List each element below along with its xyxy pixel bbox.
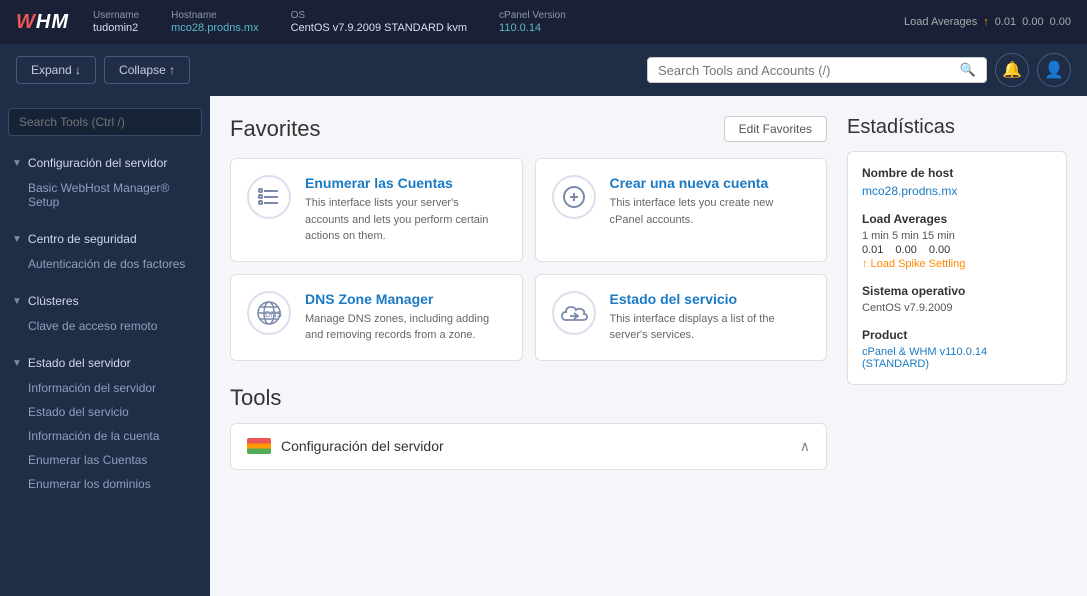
logo: WHM	[16, 11, 69, 34]
search-icon: 🔍	[960, 62, 976, 78]
collapse-button[interactable]: Collapse ↑	[104, 56, 190, 84]
content-inner: Favorites Edit Favorites	[230, 116, 1067, 470]
tools-section-label: Configuración del servidor	[281, 438, 444, 454]
favorites-header: Favorites Edit Favorites	[230, 116, 827, 142]
favorites-title: Favorites	[230, 116, 320, 142]
load-values: 0.01 0.00 0.00	[862, 244, 1052, 256]
search-bar: 🔍	[647, 57, 987, 83]
stat-load: Load Averages 1 min 5 min 15 min 0.01 0.…	[862, 212, 1052, 270]
fav-card-3-content: DNS Zone Manager Manage DNS zones, inclu…	[305, 291, 506, 344]
sidebar-search[interactable]	[8, 108, 202, 136]
chevron-icon: ▼	[12, 234, 22, 245]
sidebar-section-security-header[interactable]: ▼ Centro de seguridad	[0, 226, 210, 252]
sidebar-item-basic-setup[interactable]: Basic WebHost Manager® Setup	[0, 176, 210, 214]
stat-os: Sistema operativo CentOS v7.9.2009	[862, 284, 1052, 314]
main-layout: ▼ Configuración del servidor Basic WebHo…	[0, 96, 1087, 596]
favorites-grid: Enumerar las Cuentas This interface list…	[230, 158, 827, 361]
notifications-button[interactable]: 🔔	[995, 53, 1029, 87]
sidebar-item-service-status[interactable]: Estado del servicio	[0, 400, 210, 424]
chevron-icon: ▼	[12, 158, 22, 169]
fav-card-2-desc: This interface lets you create new cPane…	[610, 195, 811, 228]
fav-card-1-desc: This interface lists your server's accou…	[305, 195, 506, 245]
tools-title: Tools	[230, 385, 827, 411]
stats-box: Nombre de host mco28.prodns.mx Load Aver…	[847, 151, 1067, 385]
plus-circle-icon	[552, 175, 596, 219]
chevron-icon: ▼	[12, 296, 22, 307]
top-bar: WHM Username tudomin2 Hostname mco28.pro…	[0, 0, 1087, 44]
load-averages: Load Averages ↑ 0.01 0.00 0.00	[904, 16, 1071, 28]
fav-card-3-desc: Manage DNS zones, including adding and r…	[305, 311, 506, 344]
sidebar-item-list-domains[interactable]: Enumerar los dominios	[0, 472, 210, 496]
sidebar-section-config: ▼ Configuración del servidor Basic WebHo…	[0, 144, 210, 220]
fav-card-4-desc: This interface displays a list of the se…	[610, 311, 811, 344]
edit-favorites-button[interactable]: Edit Favorites	[724, 116, 827, 142]
sidebar-section-clusters: ▼ Clústeres Clave de acceso remoto	[0, 282, 210, 344]
search-input[interactable]	[658, 63, 954, 78]
sidebar-section-config-header[interactable]: ▼ Configuración del servidor	[0, 150, 210, 176]
meta-hostname: Hostname mco28.prodns.mx	[171, 10, 258, 34]
dns-icon: DNS	[247, 291, 291, 335]
meta-username: Username tudomin2	[93, 10, 139, 34]
sidebar-item-list-accounts[interactable]: Enumerar las Cuentas	[0, 448, 210, 472]
stats-title: Estadísticas	[847, 116, 1067, 139]
fav-card-2-title: Crear una nueva cuenta	[610, 175, 811, 191]
fav-card-4-title: Estado del servicio	[610, 291, 811, 307]
load-labels: 1 min 5 min 15 min	[862, 230, 1052, 242]
meta-info: Username tudomin2 Hostname mco28.prodns.…	[93, 10, 904, 34]
fav-card-2-content: Crear una nueva cuenta This interface le…	[610, 175, 811, 228]
sidebar-search-input[interactable]	[19, 115, 191, 129]
cloud-icon	[552, 291, 596, 335]
sidebar-item-access-key[interactable]: Clave de acceso remoto	[0, 314, 210, 338]
sidebar-section-server-status-header[interactable]: ▼ Estado del servidor	[0, 350, 210, 376]
content-area: Favorites Edit Favorites	[210, 96, 1087, 596]
sidebar-section-clusters-header[interactable]: ▼ Clústeres	[0, 288, 210, 314]
tools-section-left: Configuración del servidor	[247, 438, 444, 454]
fav-card-4-content: Estado del servicio This interface displ…	[610, 291, 811, 344]
tools-section: Configuración del servidor ∧	[230, 423, 827, 470]
load-spike: ↑ Load Spike Settling	[862, 258, 1052, 270]
fav-card-4[interactable]: Estado del servicio This interface displ…	[535, 274, 828, 361]
load-arrow-icon: ↑	[983, 16, 989, 28]
tools-section-header[interactable]: Configuración del servidor ∧	[231, 424, 826, 469]
fav-card-3[interactable]: DNS DNS Zone Manager Manage DNS zones, i…	[230, 274, 523, 361]
content-main: Favorites Edit Favorites	[230, 116, 827, 470]
toolbar: Expand ↓ Collapse ↑ 🔍 🔔 👤	[0, 44, 1087, 96]
stats-sidebar: Estadísticas Nombre de host mco28.prodns…	[847, 116, 1067, 470]
expand-button[interactable]: Expand ↓	[16, 56, 96, 84]
chevron-up-icon: ∧	[800, 438, 810, 455]
sidebar-item-account-info[interactable]: Información de la cuenta	[0, 424, 210, 448]
sidebar-section-security: ▼ Centro de seguridad Autenticación de d…	[0, 220, 210, 282]
fav-card-2[interactable]: Crear una nueva cuenta This interface le…	[535, 158, 828, 262]
list-icon	[247, 175, 291, 219]
sidebar: ▼ Configuración del servidor Basic WebHo…	[0, 96, 210, 596]
fav-card-1[interactable]: Enumerar las Cuentas This interface list…	[230, 158, 523, 262]
fav-card-1-content: Enumerar las Cuentas This interface list…	[305, 175, 506, 245]
sidebar-section-server-status: ▼ Estado del servidor Información del se…	[0, 344, 210, 502]
sidebar-item-server-info[interactable]: Información del servidor	[0, 376, 210, 400]
svg-text:DNS: DNS	[265, 310, 282, 319]
stat-hostname: Nombre de host mco28.prodns.mx	[862, 166, 1052, 198]
server-config-icon	[247, 438, 271, 454]
chevron-icon: ▼	[12, 358, 22, 369]
stat-product: Product cPanel & WHM v110.0.14 (STANDARD…	[862, 328, 1052, 370]
fav-card-3-title: DNS Zone Manager	[305, 291, 506, 307]
meta-os: OS CentOS v7.9.2009 STANDARD kvm	[291, 10, 467, 34]
sidebar-item-2fa[interactable]: Autenticación de dos factores	[0, 252, 210, 276]
meta-cpanel: cPanel Version 110.0.14	[499, 10, 566, 34]
user-button[interactable]: 👤	[1037, 53, 1071, 87]
fav-card-1-title: Enumerar las Cuentas	[305, 175, 506, 191]
